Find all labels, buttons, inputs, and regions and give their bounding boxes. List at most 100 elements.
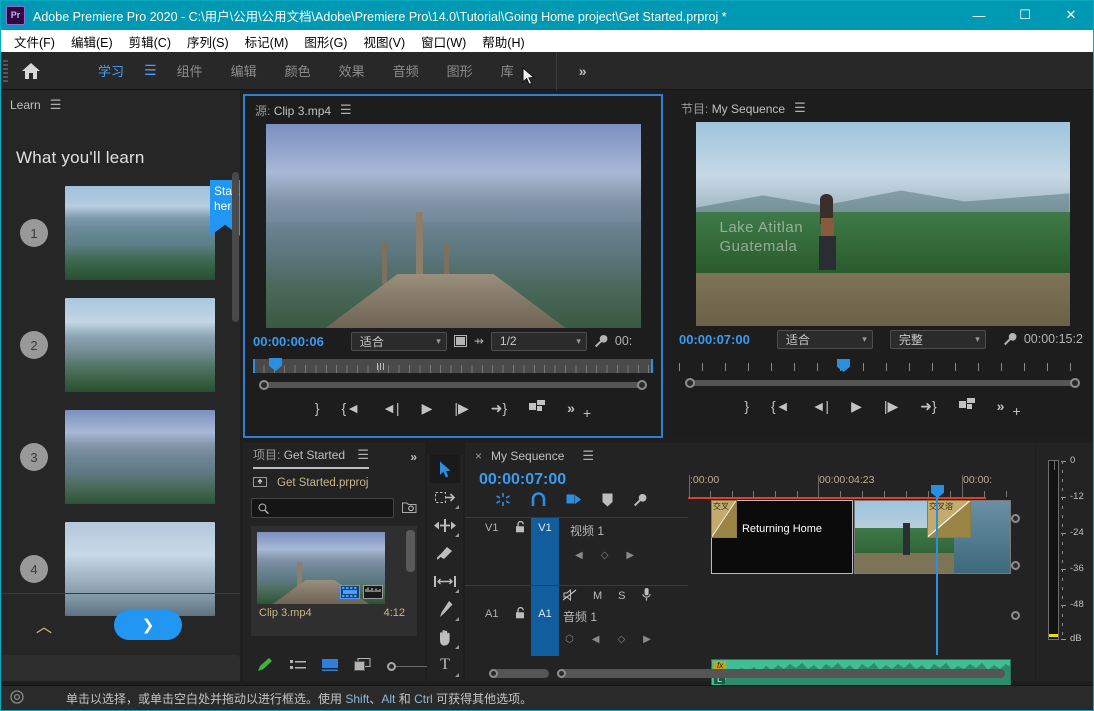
next-keyframe-icon[interactable]: ▶ [626,550,634,561]
list-item[interactable]: 2 [0,298,240,392]
up-folder-icon[interactable] [253,475,268,491]
button-editor-icon[interactable]: + [1012,403,1020,419]
list-view-icon[interactable] [290,659,306,674]
insert-button[interactable] [529,400,546,416]
menu-sequence[interactable]: 序列(S) [179,30,237,53]
project-scrollbar[interactable] [406,530,415,572]
mute-button[interactable]: M [593,590,602,602]
add-keyframe-icon[interactable]: ◇ [617,634,625,645]
program-timecode-current[interactable]: 00:00:07:00 [679,332,750,347]
workspace-tab-graphics[interactable]: 图形 [433,61,487,80]
step-back-button[interactable]: ◄| [812,398,830,414]
hand-tool[interactable] [430,623,460,651]
selection-tool[interactable] [430,455,460,483]
go-to-out-button[interactable]: ➜} [491,400,507,417]
menu-clip[interactable]: 剪辑(C) [121,30,179,53]
minimize-button[interactable]: — [956,0,1002,30]
step-thumbnail[interactable] [65,410,215,504]
go-to-in-button[interactable]: {◄ [342,400,361,416]
add-marker-icon[interactable] [602,493,613,510]
mute-icon[interactable] [562,588,577,604]
source-overflow-icon[interactable]: » [567,400,575,416]
prev-keyframe-icon[interactable]: ◀ [575,550,583,561]
project-item-list[interactable]: Clip 3.mp4 4:12 [251,526,417,636]
menu-markers[interactable]: 标记(M) [237,30,297,53]
timeline-track-scrollbar[interactable] [489,669,549,678]
list-item[interactable]: 1 [0,186,240,280]
select-playback-resolution-icon[interactable]: ⇸ [474,334,484,348]
program-video-frame[interactable]: Lake Atitlan Guatemala [695,122,1070,326]
transition-clip-end[interactable]: 交叉溶 [927,500,971,538]
program-zoom-scrollbar[interactable] [679,377,1086,389]
zoom-slider-icon[interactable] [387,661,430,671]
search-input[interactable] [251,498,394,518]
next-button[interactable]: ❯ [114,609,183,640]
go-to-in-button[interactable]: {◄ [771,398,790,414]
next-keyframe-icon[interactable]: ▶ [643,634,651,645]
step-thumbnail[interactable] [65,298,215,392]
home-icon[interactable] [8,52,54,90]
workspace-tab-color[interactable]: 颜色 [271,61,325,80]
list-item[interactable]: Clip 3.mp4 4:12 [251,526,417,619]
program-overflow-icon[interactable]: » [997,398,1005,414]
chevron-up-icon[interactable]: ︿ [36,613,52,637]
source-ruler[interactable] [253,357,653,379]
lift-button[interactable] [958,398,975,414]
play-button[interactable]: ▶ [851,398,862,415]
item-thumbnail[interactable] [257,532,385,604]
razor-tool[interactable] [430,539,460,567]
project-panel-menu-icon[interactable]: ☰ [357,447,369,462]
menu-file[interactable]: 文件(F) [6,30,63,53]
timeline-menu-icon[interactable]: ☰ [582,448,594,464]
go-to-out-button[interactable]: ➜} [920,398,936,415]
prev-keyframe-icon[interactable]: ◀ [592,634,600,645]
type-tool[interactable]: T [430,651,460,679]
step-back-button[interactable]: ◄| [382,400,400,416]
solo-button[interactable]: S [618,590,625,602]
track-target-a1[interactable]: A1 [531,586,559,656]
learn-panel-menu-icon[interactable]: ☰ [50,97,62,113]
freeform-view-icon[interactable] [354,658,371,674]
menu-graphics[interactable]: 图形(G) [296,30,355,53]
source-fit-select[interactable]: 适合 ▾ [350,331,447,351]
project-overflow-icon[interactable]: » [410,450,417,464]
track-knob-a1[interactable] [1011,611,1020,620]
timeline-horizontal-scrollbar[interactable] [557,669,1005,678]
maximize-button[interactable]: ☐ [1002,0,1048,30]
slip-tool[interactable] [430,567,460,595]
workspace-tab-learn[interactable]: 学习 [84,61,138,80]
source-quality-select[interactable]: 1/2 ▾ [490,331,587,351]
insert-overwrite-sequence-icon[interactable] [495,492,511,510]
button-editor-icon[interactable]: + [583,405,591,421]
track-target-v1[interactable]: V1 [531,518,559,586]
mic-icon[interactable] [641,588,651,604]
play-button[interactable]: ▶ [422,400,433,417]
timeline-ruler[interactable]: :00:00 00:00:04:23 00:00: [688,473,1010,497]
unlock-icon[interactable] [515,607,526,622]
workspace-tab-editing[interactable]: 编辑 [217,61,271,80]
workspace-tab-effects[interactable]: 效果 [325,61,379,80]
snap-icon[interactable] [531,492,546,510]
close-button[interactable]: ✕ [1048,0,1094,30]
program-resolution-select[interactable]: 完整 ▾ [889,329,986,349]
menu-edit[interactable]: 编辑(E) [63,30,121,53]
program-fit-select[interactable]: 适合 ▾ [776,329,873,349]
scroll-handle-left[interactable] [489,669,498,678]
source-zoom-scrollbar[interactable] [253,379,653,391]
new-item-pen-icon[interactable] [257,657,274,675]
ripple-edit-tool[interactable] [430,511,460,539]
unlock-icon[interactable] [515,521,526,536]
source-timecode-current[interactable]: 00:00:00:06 [253,334,324,349]
close-icon[interactable]: × [475,449,482,463]
workspace-overflow-icon[interactable]: » [555,51,586,90]
wrench-icon[interactable] [594,334,608,348]
linked-selection-icon[interactable] [566,492,582,510]
wrench-icon[interactable] [1003,332,1017,346]
mark-in-out-button[interactable]: } [315,400,320,416]
scroll-handle-right[interactable] [557,669,566,678]
transition-clip-start-overlay[interactable]: 交叉 [711,500,737,538]
volume-icon[interactable]: ⬡ [565,634,574,645]
track-knob-v1b[interactable] [1011,561,1020,570]
source-video-frame[interactable] [265,124,641,328]
program-monitor-menu-icon[interactable]: ☰ [794,100,806,116]
